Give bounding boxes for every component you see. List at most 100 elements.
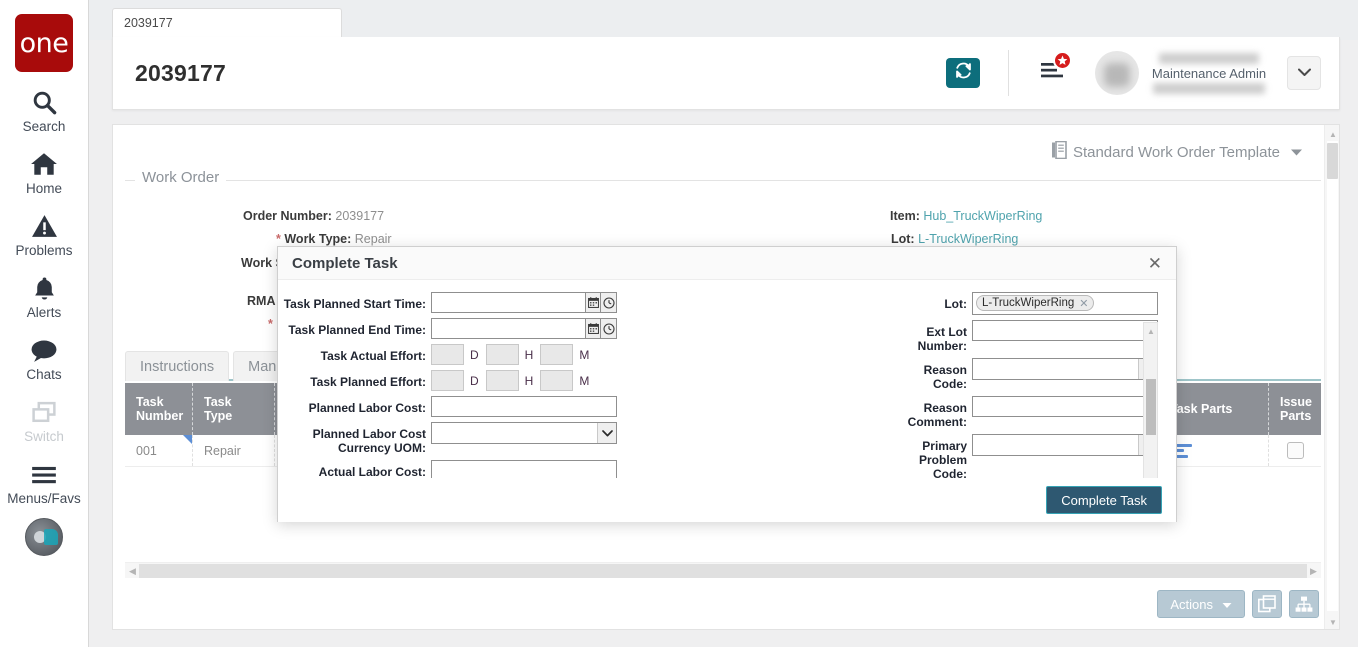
close-icon[interactable]: ✕	[1148, 255, 1162, 272]
fieldset-rule	[125, 180, 1321, 181]
hscroll-thumb[interactable]	[139, 564, 1307, 578]
vscroll-thumb[interactable]	[1327, 143, 1338, 179]
task-actual-effort-field: D H M	[431, 344, 596, 365]
planned-effort-minutes-input[interactable]	[540, 370, 573, 391]
planned-labor-cost-currency-uom-select[interactable]	[431, 422, 617, 444]
actual-effort-hours-input[interactable]	[486, 344, 519, 365]
column-header-task-type[interactable]: Task Type	[193, 383, 275, 435]
scroll-up-arrow-icon[interactable]: ▲	[1146, 325, 1156, 337]
row-planned-labor-cost-currency-uom: Planned Labor Cost Currency UOM:	[278, 422, 898, 455]
cell-task-type[interactable]: Repair	[193, 435, 275, 466]
sidebar-item-menus-favs[interactable]: Menus/Favs	[0, 459, 89, 506]
scroll-right-arrow-icon[interactable]: ▶	[1307, 564, 1320, 578]
unit-label: D	[470, 374, 479, 388]
scroll-up-arrow-icon[interactable]: ▲	[1328, 128, 1338, 140]
column-label: Issue Parts	[1280, 395, 1312, 423]
logo-text: one	[20, 28, 69, 59]
window-copy-icon[interactable]	[1252, 590, 1282, 618]
required-asterisk: *	[268, 317, 273, 331]
column-label: Task Parts	[1170, 402, 1232, 416]
panel-vertical-scrollbar[interactable]: ▲ ▼	[1324, 125, 1339, 630]
sidebar-item-switch[interactable]: Switch	[0, 397, 89, 444]
dialog-right-column: Lot: L-TruckWiperRing ✕ Ext Lot Number:	[898, 292, 1158, 478]
reason-comment-input[interactable]	[972, 396, 1158, 417]
planned-labor-cost-input[interactable]	[431, 396, 617, 417]
planned-effort-hours-input[interactable]	[486, 370, 519, 391]
refresh-button[interactable]	[946, 58, 980, 88]
lot-chip[interactable]: L-TruckWiperRing ✕	[976, 295, 1094, 311]
clock-icon[interactable]	[601, 318, 617, 339]
task-planned-start-time-input[interactable]	[431, 292, 585, 313]
scroll-left-arrow-icon[interactable]: ◀	[126, 564, 139, 578]
actual-labor-cost-field	[431, 460, 617, 478]
chat-bubble-icon	[30, 335, 58, 366]
page-header: 2039177	[112, 37, 1340, 110]
sidebar-item-problems[interactable]: Problems	[0, 211, 89, 258]
tab-2039177[interactable]: 2039177	[112, 8, 342, 40]
calendar-icon[interactable]	[585, 318, 601, 339]
template-selector[interactable]: Standard Work Order Template	[1052, 141, 1303, 163]
tab-instructions[interactable]: Instructions	[125, 351, 229, 381]
planned-effort-days-input[interactable]	[431, 370, 464, 391]
task-planned-end-time-input[interactable]	[431, 318, 585, 339]
item-link[interactable]: Hub_TruckWiperRing	[923, 209, 1042, 223]
browser-tab-strip: 2039177	[89, 0, 1358, 40]
dialog-vscroll-thumb[interactable]	[1146, 379, 1156, 435]
complete-task-button[interactable]: Complete Task	[1046, 486, 1162, 514]
sidebar-user-avatar[interactable]	[25, 518, 63, 556]
chip-remove-icon[interactable]: ✕	[1079, 297, 1088, 310]
warning-triangle-icon	[31, 211, 58, 242]
lot-field: L-TruckWiperRing ✕	[972, 292, 1158, 315]
document-copy-icon	[1052, 141, 1068, 163]
vscroll-track[interactable]	[1327, 141, 1338, 611]
field-label: Lot:	[891, 232, 915, 246]
lot-link[interactable]: L-TruckWiperRing	[918, 232, 1018, 246]
row-actual-labor-cost: Actual Labor Cost:	[278, 460, 898, 478]
actions-button[interactable]: Actions	[1157, 590, 1245, 618]
cell-issue-parts[interactable]	[1269, 435, 1321, 466]
dialog-vertical-scrollbar[interactable]: ▲ ▼	[1143, 322, 1158, 478]
calendar-icon[interactable]	[585, 292, 601, 313]
caret-down-icon	[1290, 144, 1303, 161]
field-item: Item: Hub_TruckWiperRing	[890, 209, 1042, 223]
clock-icon[interactable]	[601, 292, 617, 313]
chevron-down-icon[interactable]	[597, 423, 616, 443]
scroll-down-arrow-icon[interactable]: ▼	[1328, 616, 1338, 628]
sidebar-item-search[interactable]: Search	[0, 87, 89, 134]
sidebar-item-alerts[interactable]: Alerts	[0, 273, 89, 320]
user-fullname-blurred	[1159, 53, 1259, 64]
row-lot: Lot: L-TruckWiperRing ✕	[898, 292, 1158, 315]
column-header-task-number[interactable]: Task Number	[125, 383, 193, 435]
field-label: Task Planned Start Time:	[278, 292, 426, 311]
actual-labor-cost-input[interactable]	[431, 460, 617, 478]
grid-horizontal-scrollbar[interactable]: ◀ ▶	[125, 562, 1321, 578]
unit-label: H	[525, 374, 534, 388]
field-label: Order Number:	[243, 209, 332, 223]
menu-button[interactable]	[1035, 57, 1069, 89]
user-role-label: Maintenance Admin	[1152, 64, 1266, 83]
field-label: Planned Labor Cost Currency UOM:	[278, 422, 426, 455]
field-value: Repair	[355, 232, 392, 246]
lot-chip-input[interactable]: L-TruckWiperRing ✕	[972, 292, 1158, 315]
field-label: Planned Labor Cost:	[278, 396, 426, 415]
cell-task-number[interactable]: 001	[125, 435, 193, 466]
cell-value: Repair	[204, 444, 241, 458]
issue-parts-checkbox[interactable]	[1287, 442, 1304, 459]
ext-lot-number-input[interactable]	[972, 320, 1158, 341]
task-planned-start-time-field	[431, 292, 617, 313]
user-menu-button[interactable]	[1287, 56, 1321, 90]
one-logo[interactable]: one	[15, 14, 73, 72]
sidebar-item-label: Switch	[24, 429, 64, 444]
sidebar-item-chats[interactable]: Chats	[0, 335, 89, 382]
avatar[interactable]	[1095, 51, 1139, 95]
field-label: Reason Comment:	[898, 396, 967, 429]
field-label: Primary Problem Code:	[898, 434, 967, 478]
org-chart-icon[interactable]	[1289, 590, 1319, 618]
actual-effort-minutes-input[interactable]	[540, 344, 573, 365]
sidebar-item-home[interactable]: Home	[0, 149, 89, 196]
field-label: Reason Code:	[898, 358, 967, 391]
primary-problem-code-select[interactable]	[972, 434, 1158, 456]
actual-effort-days-input[interactable]	[431, 344, 464, 365]
column-header-issue-parts[interactable]: Issue Parts	[1269, 383, 1321, 435]
reason-code-select[interactable]	[972, 358, 1158, 380]
